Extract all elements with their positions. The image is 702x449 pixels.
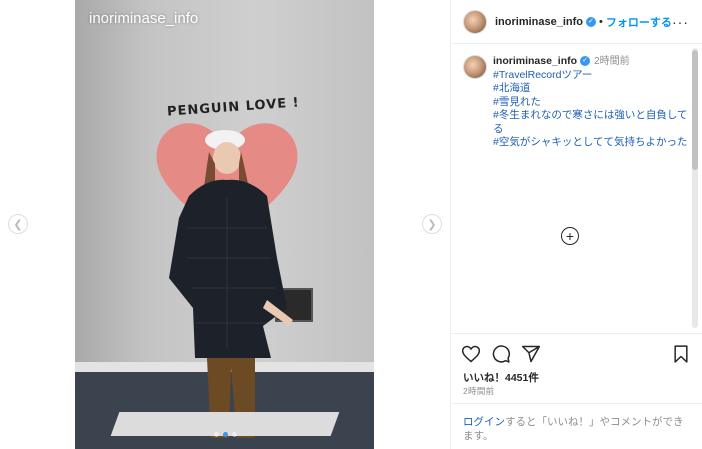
header-separator: • [599,15,603,28]
more-options-icon[interactable]: ··· [672,14,689,30]
hashtag-link[interactable]: #雪見れた [493,96,688,110]
load-more-comments-icon[interactable]: + [561,227,579,245]
hashtag-link[interactable]: #北海道 [493,82,688,96]
post-photo[interactable]: PENGUIN LOVE ! [75,0,374,449]
chevron-left-icon[interactable]: ❮ [8,214,28,234]
comment-icon[interactable] [491,344,511,364]
verified-badge-icon: ✓ [580,56,591,67]
likes-count[interactable]: いいね！4451件 [463,370,539,385]
caption-comment: inoriminase_info ✓ 2時間前 #TravelRecordツアー #… [463,55,688,150]
carousel-indicator [214,432,237,437]
verified-badge-icon: ✓ [586,16,597,27]
person-figure [169,130,293,438]
avatar[interactable] [463,55,487,79]
post-header: inoriminase_info ✓ • フォローする ··· [451,0,702,44]
header-username[interactable]: inoriminase_info [495,16,583,28]
bookmark-icon[interactable] [671,344,691,364]
caption-time: 2時間前 [594,56,630,67]
share-icon[interactable] [521,344,541,364]
post-actions: いいね！4451件 2時間前 ログインすると「いいね！」やコメントができます。 [451,333,702,449]
caption-username[interactable]: inoriminase_info [493,55,577,67]
comments-section: inoriminase_info ✓ 2時間前 #TravelRecordツアー #… [451,45,702,332]
carousel-dot [214,432,219,437]
carousel-dot [232,432,237,437]
avatar[interactable] [463,9,487,34]
media-overlay-username: inoriminase_info [89,10,199,27]
post-side-panel: inoriminase_info ✓ • フォローする ··· inorimin… [450,0,702,449]
hashtag-link[interactable]: #空気がシャキッとしてて気持ちよかった [493,136,688,150]
login-link[interactable]: ログイン [463,416,505,428]
comments-scrollbar-thumb[interactable] [692,50,698,170]
caption-body: inoriminase_info ✓ 2時間前 #TravelRecordツアー #… [493,55,688,150]
login-prompt: ログインすると「いいね！」やコメントができます。 [451,403,702,443]
heart-icon[interactable] [461,344,481,364]
follow-button[interactable]: フォローする [606,14,672,30]
hashtag-link[interactable]: #TravelRecordツアー [493,69,688,83]
carousel-dot-active [223,432,228,437]
post-time: 2時間前 [463,386,495,396]
hashtag-link[interactable]: #冬生まれなので寒さには強いと自負してる [493,109,688,136]
chevron-right-icon[interactable]: ❯ [422,214,442,234]
post-media-area: PENGUIN LOVE ! inoriminase_info ❮ ❯ [0,0,450,449]
